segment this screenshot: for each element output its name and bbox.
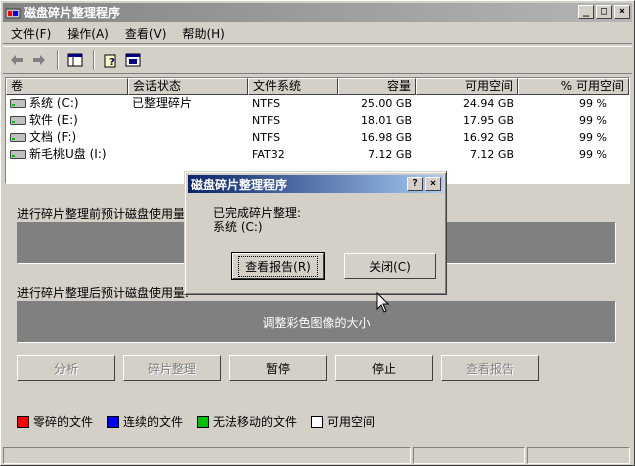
dialog-message-line1: 已完成碎片整理:	[213, 206, 302, 220]
legend-item: 连续的文件	[107, 413, 183, 430]
after-usage-bar: 调整彩色图像的大小	[17, 301, 616, 343]
free-space: 24.94 GB	[462, 97, 514, 110]
session-status: 已整理碎片	[132, 96, 193, 110]
help-button[interactable]: ?	[101, 50, 121, 70]
percent-free: 99 %	[579, 97, 607, 110]
legend-swatch-unmovable	[197, 415, 210, 428]
status-pane	[527, 447, 630, 464]
volume-name: 软件 (E:)	[29, 113, 78, 127]
volume-row[interactable]: 新毛桃U盘 (I:) FAT32 7.12 GB 7.12 GB 99 %	[6, 146, 629, 163]
after-usage-label: 进行碎片整理后预计磁盘使用量:	[17, 286, 190, 300]
column-file-system[interactable]: 文件系统	[248, 78, 338, 95]
column-free-space[interactable]: 可用空间	[416, 78, 518, 95]
free-space: 7.12 GB	[469, 148, 514, 161]
menu-bar: 文件(F) 操作(A) 查看(V) 帮助(H)	[3, 24, 632, 44]
session-status	[128, 146, 248, 163]
status-bar	[3, 447, 632, 464]
pause-button[interactable]: 暂停	[229, 355, 327, 381]
column-capacity[interactable]: 容量	[338, 78, 416, 95]
dialog-title-bar[interactable]: 磁盘碎片整理程序 ? ×	[188, 175, 443, 193]
action-buttons: 分析 碎片整理 暂停 停止 查看报告	[17, 355, 547, 381]
mouse-cursor-icon	[376, 292, 390, 313]
drive-icon	[10, 150, 26, 159]
after-bar-text: 调整彩色图像的大小	[262, 315, 371, 330]
help-icon: ?	[104, 54, 116, 68]
file-system: NTFS	[252, 131, 281, 144]
back-button[interactable]	[7, 50, 27, 70]
status-pane	[413, 447, 525, 464]
percent-free: 99 %	[579, 131, 607, 144]
file-system: FAT32	[252, 148, 285, 161]
menu-action[interactable]: 操作(A)	[59, 25, 117, 42]
volume-row[interactable]: 系统 (C:) 已整理碎片 NTFS 25.00 GB 24.94 GB 99 …	[6, 95, 629, 112]
close-button[interactable]: ×	[614, 5, 630, 19]
legend-item: 无法移动的文件	[197, 413, 297, 430]
free-space: 16.92 GB	[462, 131, 514, 144]
svg-text:?: ?	[109, 57, 115, 68]
maximize-button[interactable]: □	[596, 5, 612, 19]
menu-help[interactable]: 帮助(H)	[174, 25, 232, 42]
properties-icon	[125, 53, 141, 67]
window-title: 磁盘碎片整理程序	[24, 6, 121, 20]
toolbar-separator	[93, 50, 95, 70]
dialog-message-line2: 系统 (C:)	[213, 220, 263, 234]
session-status	[128, 129, 248, 146]
drive-icon	[10, 133, 26, 142]
legend-item: 可用空间	[311, 413, 375, 430]
list-header: 卷 会话状态 文件系统 容量 可用空间 % 可用空间	[6, 78, 629, 95]
column-session-status[interactable]: 会话状态	[128, 78, 248, 95]
dialog-help-button[interactable]: ?	[407, 177, 423, 191]
minimize-button[interactable]: _	[578, 5, 594, 19]
legend-swatch-contiguous	[107, 415, 120, 428]
forward-button[interactable]	[29, 50, 49, 70]
back-arrow-icon	[11, 55, 23, 65]
drive-icon	[10, 99, 26, 108]
forward-arrow-icon	[33, 55, 45, 65]
legend-item: 零碎的文件	[17, 413, 93, 430]
defrag-app-icon	[5, 8, 21, 18]
defrag-complete-dialog: 磁盘碎片整理程序 ? × 已完成碎片整理: 系统 (C:) 查看报告(R) 关闭…	[184, 171, 447, 295]
column-percent-free[interactable]: % 可用空间	[518, 78, 629, 95]
capacity: 7.12 GB	[367, 148, 412, 161]
free-space: 17.95 GB	[462, 114, 514, 127]
legend-swatch-free	[311, 415, 324, 428]
view-report-button[interactable]: 查看报告	[441, 355, 539, 381]
legend: 零碎的文件 连续的文件 无法移动的文件 可用空间	[17, 413, 389, 430]
volume-name: 新毛桃U盘 (I:)	[29, 147, 107, 161]
defragment-button[interactable]: 碎片整理	[123, 355, 221, 381]
volume-name: 系统 (C:)	[29, 96, 79, 110]
stop-button[interactable]: 停止	[335, 355, 433, 381]
analyze-button[interactable]: 分析	[17, 355, 115, 381]
file-system: NTFS	[252, 97, 281, 110]
volume-row[interactable]: 文档 (F:) NTFS 16.98 GB 16.92 GB 99 %	[6, 129, 629, 146]
session-status	[128, 112, 248, 129]
volume-list[interactable]: 卷 会话状态 文件系统 容量 可用空间 % 可用空间 系统 (C:) 已整理碎片…	[5, 77, 630, 184]
drive-icon	[10, 116, 26, 125]
capacity: 16.98 GB	[360, 131, 412, 144]
volume-name: 文档 (F:)	[29, 130, 77, 144]
volume-row[interactable]: 软件 (E:) NTFS 18.01 GB 17.95 GB 99 %	[6, 112, 629, 129]
dialog-close-button[interactable]: 关闭(C)	[344, 253, 436, 279]
capacity: 18.01 GB	[360, 114, 412, 127]
menu-view[interactable]: 查看(V)	[117, 25, 175, 42]
capacity: 25.00 GB	[360, 97, 412, 110]
before-usage-label: 进行碎片整理前预计磁盘使用量:	[17, 207, 190, 221]
console-tree-icon	[67, 53, 83, 67]
toolbar-separator	[57, 50, 59, 70]
status-pane	[3, 447, 411, 464]
percent-free: 99 %	[579, 114, 607, 127]
percent-free: 99 %	[579, 148, 607, 161]
properties-button[interactable]	[123, 50, 143, 70]
column-volume[interactable]: 卷	[6, 78, 128, 95]
title-bar[interactable]: 磁盘碎片整理程序 _ □ ×	[3, 3, 632, 22]
legend-swatch-fragmented	[17, 415, 29, 428]
menu-file[interactable]: 文件(F)	[3, 25, 59, 42]
dialog-title: 磁盘碎片整理程序	[191, 177, 288, 192]
dialog-close-icon[interactable]: ×	[425, 177, 441, 191]
dialog-view-report-button[interactable]: 查看报告(R)	[231, 252, 325, 280]
file-system: NTFS	[252, 114, 281, 127]
dialog-message: 已完成碎片整理: 系统 (C:)	[213, 206, 301, 234]
toolbar: ?	[3, 46, 632, 74]
show-hide-tree-button[interactable]	[65, 50, 85, 70]
